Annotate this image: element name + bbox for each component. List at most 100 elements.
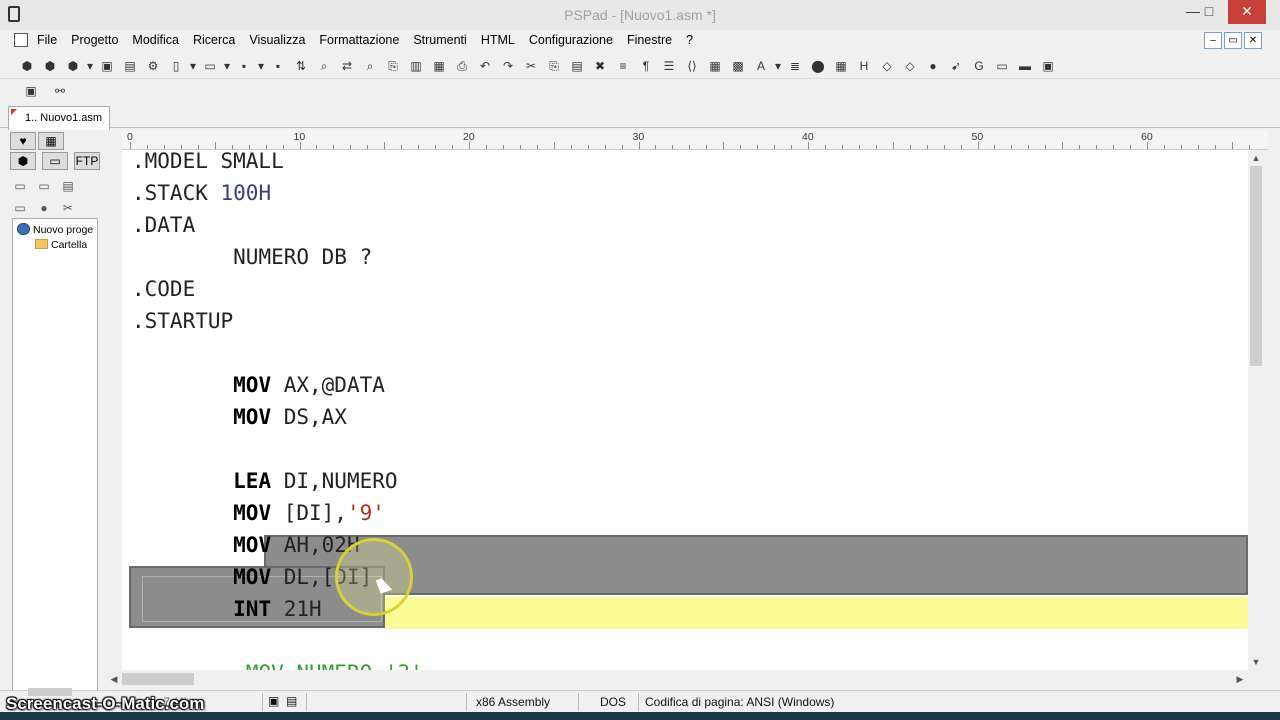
paragraph-icon[interactable]: ¶ — [635, 57, 657, 75]
circle-icon[interactable]: ● — [922, 57, 944, 75]
window-icon[interactable]: ▭ — [991, 57, 1013, 75]
status-syntax[interactable]: x86 Assembly — [476, 695, 550, 709]
new-folder-icon[interactable]: ▭ — [12, 178, 28, 194]
outdent-icon[interactable]: ≣ — [784, 57, 806, 75]
projects-tab-icon[interactable]: ▦ — [38, 132, 64, 150]
paste-icon[interactable]: ▤ — [566, 57, 588, 75]
code-line[interactable]: LEA DI,NUMERO — [132, 469, 397, 499]
cut-icon[interactable]: ✂ — [520, 57, 542, 75]
clip-icon[interactable]: ⎘ — [382, 57, 404, 75]
remove-icon[interactable]: ▭ — [12, 200, 28, 216]
status-encoding[interactable]: Codifica di pagina: ANSI (Windows) — [645, 695, 834, 709]
code-line[interactable]: MOV AH,02H — [132, 533, 359, 563]
undo-icon[interactable]: ↶ — [474, 57, 496, 75]
replace-icon[interactable]: ⇄ — [336, 57, 358, 75]
record-icon[interactable]: ⬤ — [807, 57, 829, 75]
mdi-minimize-button[interactable]: – — [1204, 32, 1222, 49]
mdi-close-button[interactable]: ✕ — [1244, 32, 1262, 49]
save-icon[interactable]: ▪ — [233, 57, 255, 75]
code-line[interactable]: MOV [DI],'9' — [132, 501, 385, 531]
add-list-icon[interactable]: ▤ — [60, 178, 76, 194]
dropdown-icon[interactable]: ▾ — [256, 57, 266, 75]
delete-icon[interactable]: ✖ — [589, 57, 611, 75]
tree-item-project[interactable]: Nuovo proge — [17, 223, 93, 236]
monitor-icon[interactable]: ▣ — [1037, 57, 1059, 75]
color-icon[interactable]: ▦ — [830, 57, 852, 75]
scroll-left-icon[interactable]: ◀ — [106, 671, 122, 687]
mdi-restore-button[interactable]: ▭ — [1224, 32, 1242, 49]
settings-icon[interactable]: ⚙ — [142, 57, 164, 75]
print-icon[interactable]: ⎙ — [451, 57, 473, 75]
explorer-tab-icon[interactable]: ▭ — [42, 152, 68, 170]
dropdown-icon[interactable]: ▾ — [222, 57, 232, 75]
tree-item-folder[interactable]: Cartella — [35, 239, 87, 251]
open-project-icon[interactable]: ⬢ — [39, 57, 61, 75]
code-line[interactable]: .CODE — [132, 277, 195, 307]
code-line[interactable]: .STARTUP — [132, 309, 233, 339]
project-icon[interactable]: ⬢ — [16, 57, 38, 75]
menu-formattazione[interactable]: Formattazione — [319, 33, 399, 47]
favorites-tab-icon[interactable]: ♥ — [10, 132, 36, 150]
menu-modifica[interactable]: Modifica — [132, 33, 179, 47]
code-line[interactable]: NUMERO DB ? — [132, 245, 372, 275]
code-line[interactable]: INT 21H — [132, 597, 322, 627]
window-list-icon[interactable]: ▣ — [20, 82, 42, 100]
menu-configurazione[interactable]: Configurazione — [529, 33, 613, 47]
vertical-scrollbar[interactable]: ▲ ▼ — [1248, 150, 1264, 670]
indent-icon[interactable]: ≡ — [612, 57, 634, 75]
menu-visualizza[interactable]: Visualizza — [249, 33, 305, 47]
new-file-icon[interactable]: ▯ — [165, 57, 187, 75]
code-line[interactable]: MOV NUMERO,'3' — [132, 661, 423, 670]
save-project-icon[interactable]: ⬢ — [62, 57, 84, 75]
code-line[interactable]: .MODEL SMALL — [132, 150, 284, 179]
code-editor[interactable]: .MODEL SMALL .STACK 100H .DATA NUMERO DB ?… — [122, 150, 1248, 670]
dropdown-icon[interactable]: ▾ — [773, 57, 783, 75]
menu-finestre[interactable]: Finestre — [627, 33, 672, 47]
log-icon[interactable]: ▤ — [119, 57, 141, 75]
horizontal-scrollbar[interactable]: ◀ ▶ — [106, 670, 1248, 688]
open-file-icon[interactable]: ▭ — [199, 57, 221, 75]
glasses-icon[interactable]: ⚯ — [49, 82, 71, 100]
tree-icon[interactable]: ⇅ — [290, 57, 312, 75]
save-all-icon[interactable]: ▪ — [267, 57, 289, 75]
record-icon[interactable]: ● — [36, 200, 52, 216]
redo-icon[interactable]: ↷ — [497, 57, 519, 75]
menu-progetto[interactable]: Progetto — [71, 33, 118, 47]
find-icon[interactable]: ⌕ — [313, 57, 335, 75]
code-line[interactable]: .STACK 100H — [132, 181, 271, 211]
add-file-icon[interactable]: ▭ — [36, 178, 52, 194]
bookmark-icon[interactable]: ▥ — [405, 57, 427, 75]
web-icon[interactable]: ➹ — [945, 57, 967, 75]
scroll-down-icon[interactable]: ▼ — [1248, 654, 1264, 670]
menu-help[interactable]: ? — [686, 33, 693, 47]
copy-icon[interactable]: ⎘ — [543, 57, 565, 75]
dropdown-icon[interactable]: ▾ — [85, 57, 95, 75]
tag2-icon[interactable]: ◇ — [899, 57, 921, 75]
project-tab-icon[interactable]: ⬢ — [10, 152, 36, 170]
format-icon[interactable]: ▦ — [704, 57, 726, 75]
maximize-button[interactable]: □ — [1196, 0, 1222, 24]
preview-icon[interactable]: ▦ — [428, 57, 450, 75]
horizontal-scroll-thumb[interactable] — [122, 673, 194, 685]
code-icon[interactable]: ⟨⟩ — [681, 57, 703, 75]
document-icon[interactable] — [14, 33, 28, 47]
lock-icon[interactable]: ▩ — [727, 57, 749, 75]
find-in-files-icon[interactable]: ⌕ — [359, 57, 381, 75]
vertical-scroll-thumb[interactable] — [1250, 166, 1262, 366]
menu-html[interactable]: HTML — [481, 33, 515, 47]
code-line[interactable]: .DATA — [132, 213, 195, 243]
spell-icon[interactable]: A — [750, 57, 772, 75]
list-icon[interactable]: ☰ — [658, 57, 680, 75]
close-button[interactable]: ✕ — [1228, 0, 1266, 24]
google-icon[interactable]: G — [968, 57, 990, 75]
status-line-ending[interactable]: DOS — [600, 695, 626, 709]
ftp-tab-icon[interactable]: FTP — [74, 152, 100, 170]
html-icon[interactable]: H — [853, 57, 875, 75]
menu-ricerca[interactable]: Ricerca — [193, 33, 235, 47]
menu-file[interactable]: File — [37, 33, 57, 47]
code-line[interactable]: MOV AX,@DATA — [132, 373, 385, 403]
screen-icon[interactable]: ▣ — [96, 57, 118, 75]
dropdown-icon[interactable]: ▾ — [188, 57, 198, 75]
scroll-up-icon[interactable]: ▲ — [1248, 150, 1264, 166]
scroll-right-icon[interactable]: ▶ — [1232, 671, 1248, 687]
